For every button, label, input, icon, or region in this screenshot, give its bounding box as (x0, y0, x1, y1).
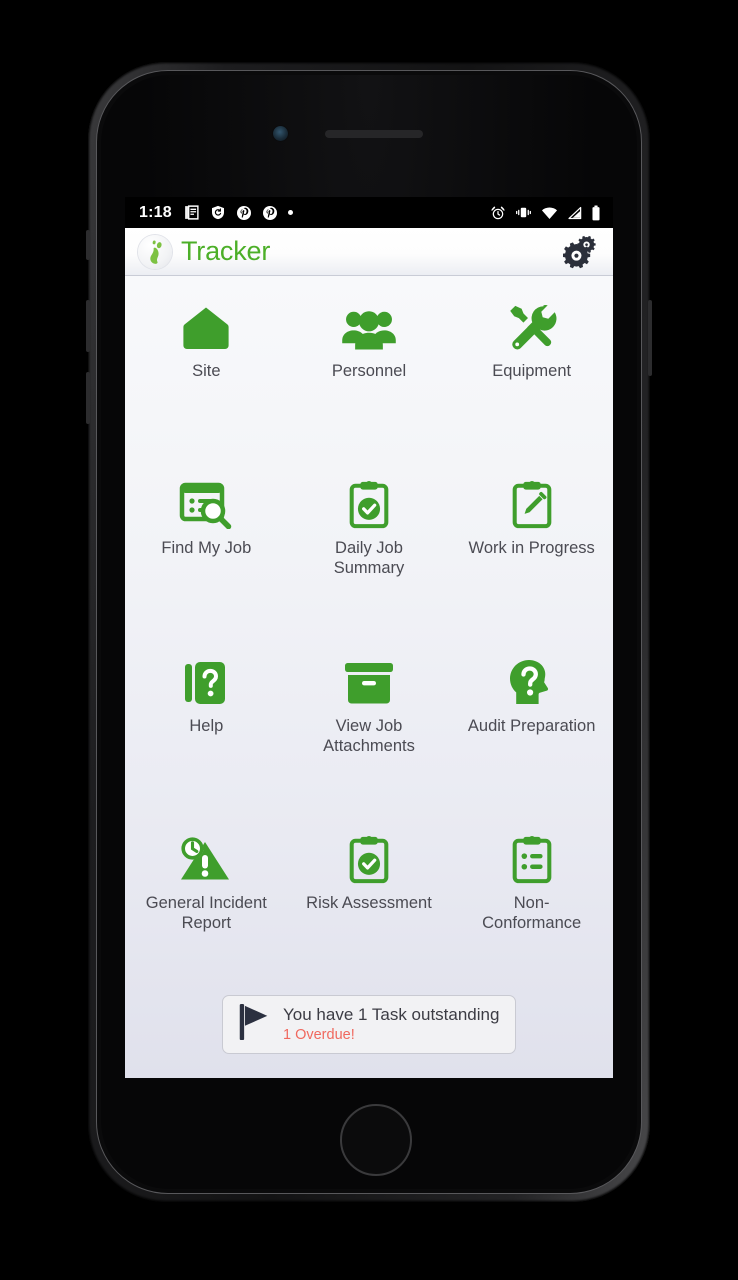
menu-tile-label: View Job Attachments (323, 716, 415, 755)
status-clock: 1:18 (139, 203, 172, 221)
menu-tile-daily-job-summary[interactable]: Daily Job Summary (288, 461, 451, 638)
people-group-icon (341, 302, 397, 354)
clipboard-list-icon (510, 834, 554, 886)
cellular-signal-icon (568, 206, 582, 219)
task-banner[interactable]: You have 1 Task outstanding 1 Overdue! (222, 995, 516, 1054)
home-button[interactable] (340, 1104, 412, 1176)
menu-tile-work-in-progress[interactable]: Work in Progress (450, 461, 613, 638)
page-title: Tracker (181, 236, 271, 266)
menu-tile-help[interactable]: Help (125, 639, 288, 816)
clipboard-check-icon (347, 834, 391, 886)
task-banner-overdue: 1 Overdue! (283, 1026, 355, 1043)
menu-tile-label: Risk Assessment (306, 893, 432, 912)
wrench-screwdriver-icon (506, 302, 558, 354)
menu-tile-label: Personnel (331, 362, 407, 380)
status-notification-icons (183, 204, 293, 221)
menu-tile-audit-preparation[interactable]: Audit Preparation (450, 639, 613, 816)
app-header: Tracker (125, 228, 613, 276)
battery-icon (592, 204, 600, 220)
task-banner-text: You have 1 Task outstanding 1 Overdue! (283, 1005, 499, 1045)
app-logo (138, 234, 172, 269)
app-body: Site Personnel Equipment Find My Job Dai… (125, 276, 613, 1078)
house-icon (181, 302, 231, 354)
settings-button[interactable] (561, 232, 601, 272)
menu-tile-non-conformance[interactable]: Non-Conformance (450, 816, 613, 993)
menu-grid: Site Personnel Equipment Find My Job Dai… (125, 284, 613, 993)
menu-tile-view-job-attachments[interactable]: View Job Attachments (288, 639, 451, 816)
head-question-icon (507, 657, 557, 709)
earpiece-speaker (325, 130, 423, 138)
volume-down-button[interactable] (86, 372, 90, 424)
menu-tile-find-my-job[interactable]: Find My Job (125, 461, 288, 638)
pinterest-icon (236, 205, 251, 220)
menu-tile-site[interactable]: Site (125, 284, 288, 461)
volume-up-button[interactable] (86, 300, 90, 352)
menu-tile-label: Help (189, 716, 224, 735)
silent-switch[interactable] (86, 230, 90, 260)
alarm-clock-icon (491, 206, 505, 219)
status-bar: 1:18 (125, 197, 613, 228)
pinterest-icon (262, 205, 277, 220)
list-search-icon (179, 479, 233, 531)
warning-clock-icon (179, 834, 233, 886)
vibrate-icon (516, 207, 531, 218)
task-banner-container: You have 1 Task outstanding 1 Overdue! (125, 993, 613, 1078)
book-question-icon (182, 657, 230, 709)
menu-tile-label: Site (192, 362, 221, 380)
dot-icon (287, 210, 293, 215)
menu-tile-label: Audit Preparation (467, 716, 596, 735)
phone-screen: 1:18 Tracker Site Personnel Equipment Fi… (125, 197, 613, 1078)
front-camera-icon (273, 126, 288, 141)
status-system-icons (490, 204, 601, 221)
shield-icon (211, 205, 224, 220)
archive-box-icon (343, 657, 395, 709)
clipboard-check-icon (347, 479, 391, 531)
menu-tile-label: Work in Progress (468, 539, 595, 558)
clipboard-pencil-icon (510, 479, 554, 531)
menu-tile-general-incident-report[interactable]: General Incident Report (125, 816, 288, 993)
footprint-logo-icon (150, 239, 162, 264)
flag-icon (237, 1003, 271, 1046)
menu-tile-equipment[interactable]: Equipment (450, 284, 613, 461)
menu-tile-risk-assessment[interactable]: Risk Assessment (288, 816, 451, 993)
menu-tile-label: Daily Job Summary (333, 539, 405, 578)
menu-tile-label: General Incident Report (145, 893, 267, 932)
power-button[interactable] (648, 300, 652, 376)
menu-tile-label: Find My Job (161, 539, 252, 558)
news-article-icon (184, 205, 199, 220)
wifi-icon (541, 206, 558, 219)
menu-tile-label: Non-Conformance (482, 893, 582, 932)
task-banner-message: You have 1 Task outstanding (283, 1004, 500, 1024)
menu-tile-personnel[interactable]: Personnel (288, 284, 451, 461)
menu-tile-label: Equipment (492, 362, 572, 380)
gears-settings-icon (562, 235, 596, 268)
